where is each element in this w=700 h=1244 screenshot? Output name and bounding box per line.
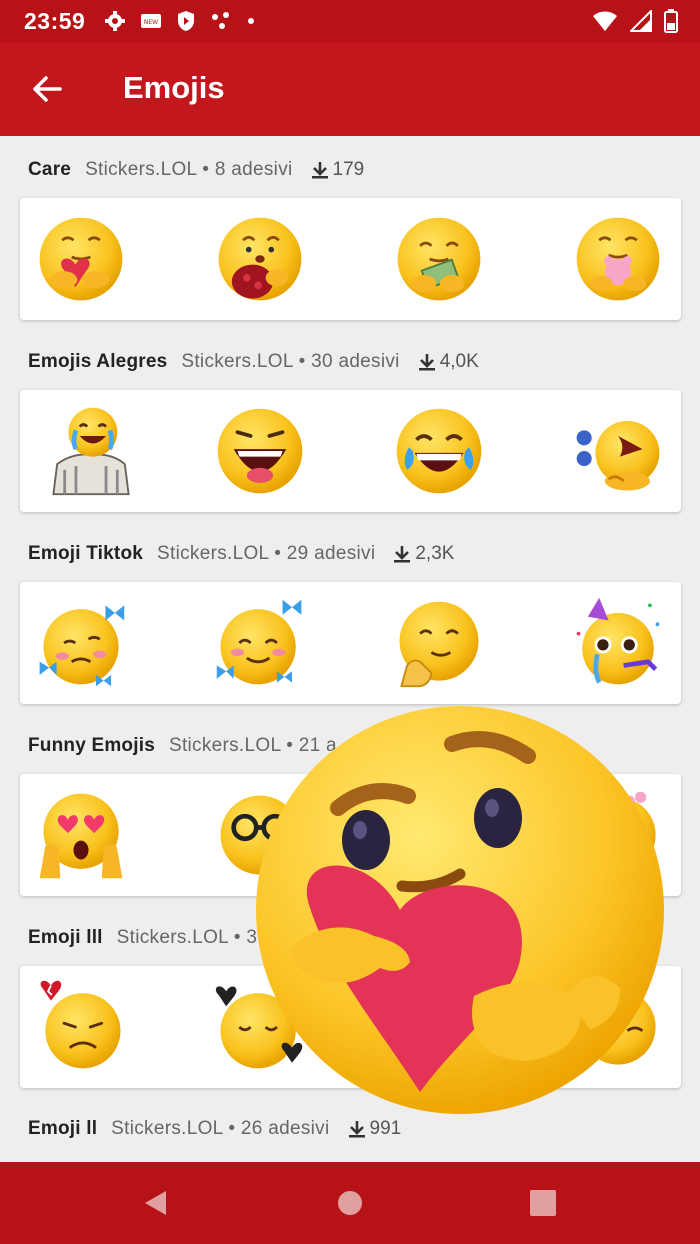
pack-author: Stickers.LOL • 8 adesivi xyxy=(85,159,293,180)
care-emoji-overlay xyxy=(256,706,664,1114)
page-title: Emojis xyxy=(123,70,225,105)
back-triangle-icon[interactable] xyxy=(140,1188,170,1218)
hand-over-mouth-sticker[interactable] xyxy=(392,596,486,690)
new-badge-icon: NEW xyxy=(141,14,161,28)
big-grin-sticker[interactable] xyxy=(213,404,307,498)
download-icon xyxy=(394,546,411,563)
pack-name: Emoji Tiktok xyxy=(28,543,144,564)
home-circle-icon[interactable] xyxy=(335,1188,365,1218)
sticker-row-card[interactable] xyxy=(20,198,681,320)
broken-heart-sad-sticker[interactable] xyxy=(34,980,128,1074)
dot-icon xyxy=(248,18,254,24)
gear-icon xyxy=(105,11,125,31)
cell-signal-icon xyxy=(630,10,652,32)
arrow-back-icon[interactable] xyxy=(30,72,64,106)
status-time: 23:59 xyxy=(24,8,86,34)
pack-name: Care xyxy=(28,159,72,180)
pack-author: Stickers.LOL • 30 adesivi xyxy=(181,351,400,372)
download-count-text: 179 xyxy=(332,159,365,180)
pack-name: Emoji lll xyxy=(28,927,103,948)
dots-icon xyxy=(212,12,229,29)
download-count-text: 4,0K xyxy=(439,351,479,372)
care-rose-sticker[interactable] xyxy=(213,212,307,306)
sticker-row-card[interactable] xyxy=(20,582,681,704)
recents-square-icon[interactable] xyxy=(528,1188,558,1218)
heart-eyes-screaming-sticker[interactable] xyxy=(34,788,128,882)
pack-header[interactable]: Emoji Tiktok Stickers.LOL • 29 adesivi 2… xyxy=(28,539,454,569)
download-count: 991 xyxy=(348,1118,402,1140)
download-count: 2,3K xyxy=(393,543,454,565)
shield-icon xyxy=(178,11,194,31)
pack-header[interactable]: Emojis Alegres Stickers.LOL • 30 adesivi… xyxy=(28,347,479,377)
download-icon xyxy=(418,354,435,371)
wifi-icon xyxy=(593,11,617,31)
pack-name: Funny Emojis xyxy=(28,735,155,756)
download-count-text: 2,3K xyxy=(415,543,455,564)
pack-name: Emoji ll xyxy=(28,1118,98,1139)
pack-header[interactable]: Care Stickers.LOL • 8 adesivi 179 xyxy=(28,155,364,185)
pack-header[interactable]: Emoji lll Stickers.LOL • 3 xyxy=(28,923,257,953)
pack-name: Emojis Alegres xyxy=(28,351,168,372)
battery-icon xyxy=(664,9,678,33)
nav-bar xyxy=(0,1162,700,1244)
laughing-man-sticker[interactable] xyxy=(44,404,138,498)
download-count-text: 991 xyxy=(369,1118,402,1139)
care-heart-sticker[interactable] xyxy=(34,212,128,306)
svg-text:NEW: NEW xyxy=(144,19,158,26)
download-count: 4,0K xyxy=(418,351,479,373)
care-money-sticker[interactable] xyxy=(392,212,486,306)
smiling-butterfly-sticker[interactable] xyxy=(213,596,307,690)
download-icon xyxy=(348,1121,365,1138)
status-bar: 23:59 NEW xyxy=(0,0,700,42)
pack-author: Stickers.LOL • 29 adesivi xyxy=(157,543,376,564)
sticker-row-card[interactable] xyxy=(20,390,681,512)
party-crying-sticker[interactable] xyxy=(571,596,665,690)
download-count: 179 xyxy=(311,159,365,181)
rolling-laugh-sticker[interactable] xyxy=(571,404,665,498)
woozy-butterfly-sticker[interactable] xyxy=(34,596,128,690)
pack-author: Stickers.LOL • 26 adesivi xyxy=(111,1118,330,1139)
pack-author: Stickers.LOL • 3 xyxy=(116,927,258,948)
app-bar: Emojis xyxy=(0,42,700,136)
tears-of-joy-sticker[interactable] xyxy=(392,404,486,498)
care-teddy-sticker[interactable] xyxy=(571,212,665,306)
download-icon xyxy=(311,162,328,179)
